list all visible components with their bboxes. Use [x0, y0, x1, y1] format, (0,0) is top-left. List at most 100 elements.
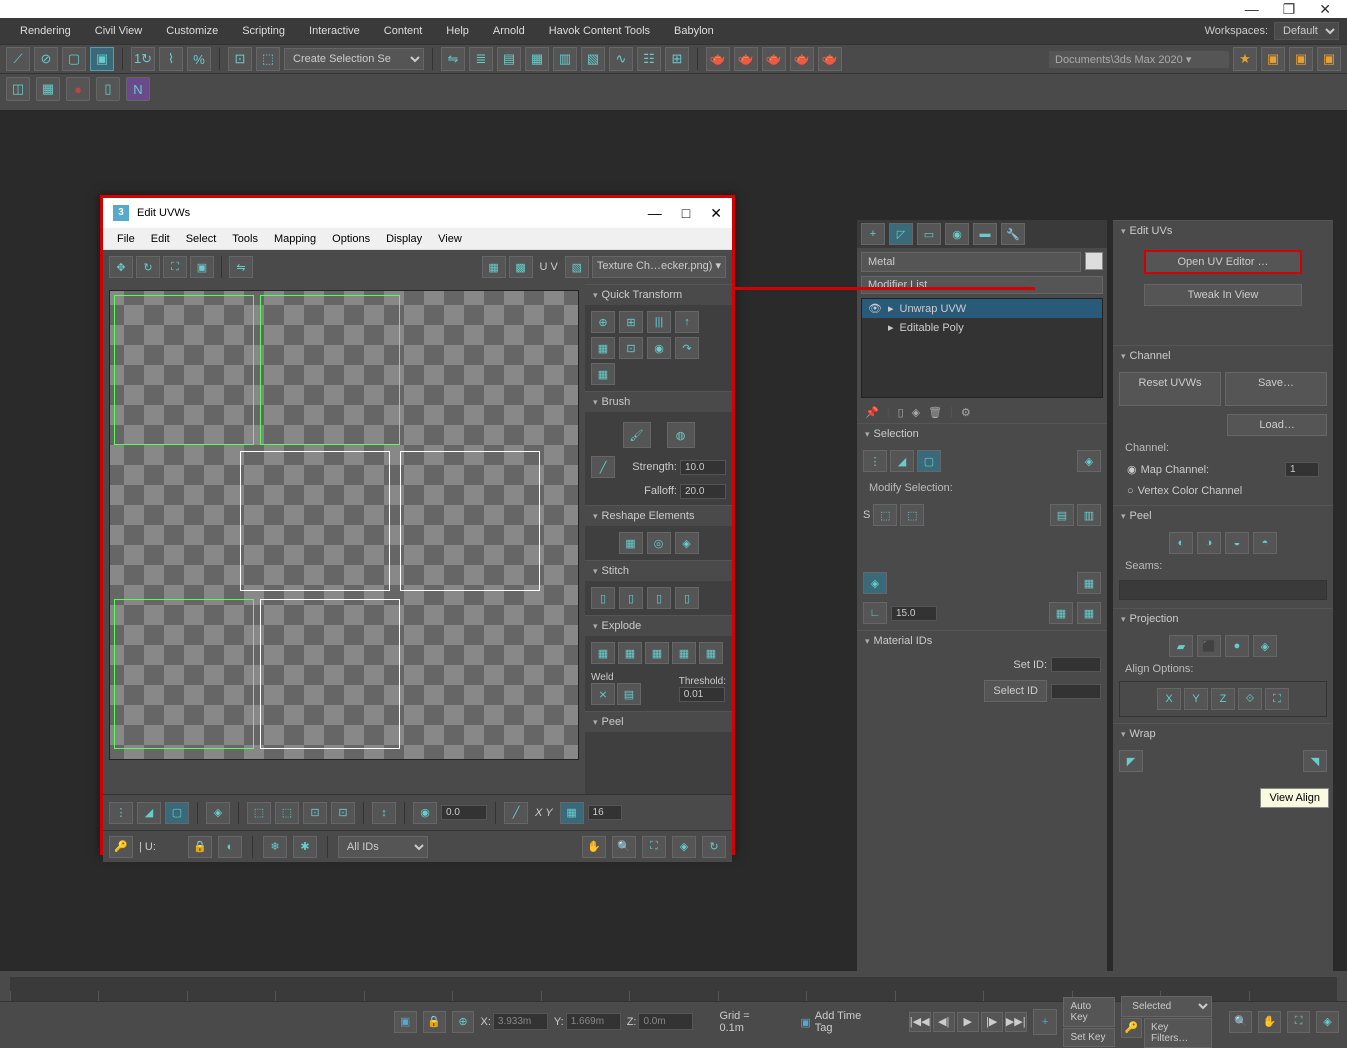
- sphere-proj-icon[interactable]: ●: [1225, 635, 1249, 657]
- render-setup-icon[interactable]: ⊞: [665, 47, 689, 71]
- x-coord-input[interactable]: [493, 1013, 548, 1030]
- face-mode-icon[interactable]: ▢: [165, 802, 189, 824]
- stitch-icon[interactable]: ▯: [591, 587, 615, 609]
- relax-brush-icon[interactable]: ◍: [667, 422, 695, 448]
- graph-icon[interactable]: ∿: [609, 47, 633, 71]
- key-filter-dropdown[interactable]: Selected: [1121, 996, 1211, 1017]
- rollout-header[interactable]: Edit UVs: [1113, 221, 1333, 241]
- set-id-input[interactable]: [1051, 657, 1101, 672]
- uvw-minimize-icon[interactable]: —: [648, 205, 662, 222]
- uv-island-selected[interactable]: [260, 599, 400, 749]
- configure-icon[interactable]: ⚙: [961, 406, 971, 419]
- uvw-close-icon[interactable]: ✕: [710, 205, 722, 222]
- prev-frame-icon[interactable]: ◀|: [933, 1012, 955, 1032]
- stitch-icon[interactable]: ▯: [675, 587, 699, 609]
- time-tag-icon[interactable]: ▣: [800, 1016, 810, 1029]
- shrink-icon[interactable]: ⬚: [275, 802, 299, 824]
- teapot4-icon[interactable]: 🫖: [790, 47, 814, 71]
- uv-island-selected[interactable]: [240, 451, 390, 591]
- snap2-icon[interactable]: ✱: [293, 836, 317, 858]
- scale-icon[interactable]: ⛶: [163, 256, 187, 278]
- goto-end-icon[interactable]: ▶▶|: [1005, 1012, 1027, 1032]
- move-icon[interactable]: ✥: [109, 256, 133, 278]
- map-channel-input[interactable]: [1285, 462, 1319, 477]
- explode-icon[interactable]: ▦: [699, 642, 723, 664]
- rollout-header[interactable]: Brush: [585, 392, 732, 412]
- menu-content[interactable]: Content: [372, 25, 435, 37]
- key-filters-button[interactable]: Key Filters…: [1144, 1018, 1212, 1048]
- hierarchy-tab-icon[interactable]: ▭: [917, 223, 941, 245]
- expand-icon[interactable]: ▸: [888, 302, 894, 315]
- weld-icon[interactable]: ▤: [617, 683, 641, 705]
- curve-editor-icon[interactable]: ▥: [553, 47, 577, 71]
- manip2-icon[interactable]: ⬚: [256, 47, 280, 71]
- remove-mod-icon[interactable]: 🗑: [928, 406, 942, 419]
- rollout-header[interactable]: Reshape Elements: [585, 506, 732, 526]
- mirror-h-icon[interactable]: ⇋: [229, 256, 253, 278]
- grow-icon[interactable]: ⬚: [247, 802, 271, 824]
- rollout-header[interactable]: Quick Transform: [585, 285, 732, 305]
- layer1-icon[interactable]: ▣: [1261, 47, 1285, 71]
- teapot1-icon[interactable]: 🫖: [706, 47, 730, 71]
- select-object-icon[interactable]: ▢: [62, 47, 86, 71]
- menu-interactive[interactable]: Interactive: [297, 25, 372, 37]
- sec-icon-2[interactable]: ▦: [36, 77, 60, 101]
- zoom-extents-icon[interactable]: ◈: [672, 836, 696, 858]
- qt-icon[interactable]: ⊞: [619, 311, 643, 333]
- uvw-maximize-icon[interactable]: □: [682, 205, 690, 222]
- select-id-button[interactable]: Select ID: [984, 680, 1047, 702]
- qt-icon[interactable]: ▦: [591, 363, 615, 385]
- os-close-icon[interactable]: ✕: [1319, 1, 1331, 18]
- vertex-mode-icon[interactable]: ⋮: [109, 802, 133, 824]
- teapot3-icon[interactable]: 🫖: [762, 47, 786, 71]
- menu-rendering[interactable]: Rendering: [8, 25, 83, 37]
- rotate-icon[interactable]: ↻: [136, 256, 160, 278]
- nav-icon[interactable]: 🔍: [1229, 1011, 1252, 1033]
- uvw-menu-select[interactable]: Select: [178, 233, 225, 245]
- select-move-icon[interactable]: ▣: [90, 47, 114, 71]
- threshold-input[interactable]: [679, 687, 725, 702]
- manip-icon[interactable]: ⊡: [228, 47, 252, 71]
- rollout-header[interactable]: Peel: [585, 712, 732, 732]
- display-tab-icon[interactable]: ▬: [973, 223, 997, 245]
- uvw-menu-view[interactable]: View: [430, 233, 470, 245]
- rollout-header[interactable]: Material IDs: [857, 631, 1107, 651]
- schematic-icon[interactable]: ▧: [581, 47, 605, 71]
- sec-icon-1[interactable]: ◫: [6, 77, 30, 101]
- planar-proj-icon[interactable]: ▰: [1169, 635, 1193, 657]
- uvw-menu-file[interactable]: File: [109, 233, 143, 245]
- uv-island[interactable]: [260, 295, 400, 445]
- motion-tab-icon[interactable]: ◉: [945, 223, 969, 245]
- planar-angle-input[interactable]: [891, 606, 937, 621]
- best-align-icon[interactable]: ⟐: [1238, 688, 1262, 710]
- sel-edge-icon[interactable]: ◢: [890, 450, 914, 472]
- wrap-icon[interactable]: ◤: [1119, 750, 1143, 772]
- zoom-region-icon[interactable]: ⛶: [642, 836, 666, 858]
- menu-arnold[interactable]: Arnold: [481, 25, 537, 37]
- stitch-icon[interactable]: ▯: [647, 587, 671, 609]
- menu-havok[interactable]: Havok Content Tools: [537, 25, 662, 37]
- qt-icon[interactable]: |||: [647, 311, 671, 333]
- teapot2-icon[interactable]: 🫖: [734, 47, 758, 71]
- z-coord-input[interactable]: [638, 1013, 693, 1030]
- rollout-header[interactable]: Channel: [1113, 346, 1333, 366]
- view-align-icon[interactable]: ⛶: [1265, 688, 1289, 710]
- set-key-button[interactable]: Set Key: [1063, 1028, 1115, 1047]
- key-mode-icon[interactable]: +: [1033, 1009, 1058, 1035]
- selection-set-dropdown[interactable]: Create Selection Se: [284, 48, 424, 70]
- layer-icon[interactable]: ▤: [497, 47, 521, 71]
- explode-icon[interactable]: ▦: [672, 642, 696, 664]
- sec-icon-5[interactable]: N: [126, 77, 150, 101]
- sec-icon-3[interactable]: ●: [66, 77, 90, 101]
- grid-val-input[interactable]: [588, 805, 622, 820]
- peel-icon[interactable]: ◒: [1225, 532, 1249, 554]
- uv-island-selected[interactable]: [400, 451, 540, 591]
- box-proj-icon[interactable]: ◈: [1253, 635, 1277, 657]
- material-icon[interactable]: ☷: [637, 47, 661, 71]
- pan-icon[interactable]: ✋: [582, 836, 606, 858]
- tweak-in-view-button[interactable]: Tweak In View: [1144, 284, 1302, 306]
- uv-island[interactable]: [114, 295, 254, 445]
- modify-tab-icon[interactable]: ◸: [889, 223, 913, 245]
- rollout-header[interactable]: Peel: [1113, 506, 1333, 526]
- sec-icon-4[interactable]: ▯: [96, 77, 120, 101]
